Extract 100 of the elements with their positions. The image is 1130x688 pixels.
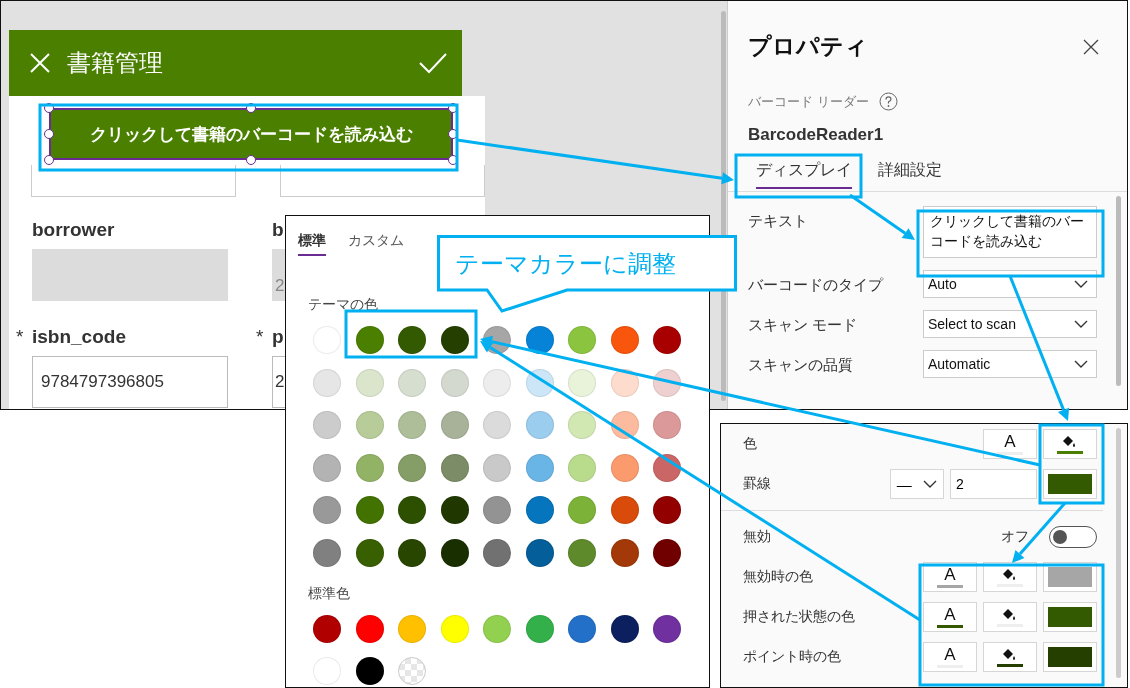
fill-color-button[interactable] [1043, 429, 1097, 459]
arrow [849, 193, 915, 240]
color-swatch[interactable] [610, 326, 639, 354]
color-swatch[interactable] [525, 496, 554, 524]
input-field[interactable]: 2 [272, 356, 286, 408]
color-swatch[interactable] [440, 614, 469, 643]
color-swatch[interactable] [483, 453, 511, 482]
color-swatch[interactable] [355, 538, 384, 567]
color-swatch[interactable] [398, 538, 426, 567]
input-field[interactable]: 9784797396805 [32, 356, 228, 408]
color-swatch[interactable] [568, 614, 596, 643]
text-input[interactable]: クリックして書籍のバーコードを読み込む [923, 206, 1097, 258]
color-swatch[interactable] [398, 368, 426, 397]
border-color-button[interactable] [1043, 642, 1097, 672]
color-swatch[interactable] [355, 614, 384, 643]
tab[interactable]: ディスプレイ [756, 159, 852, 189]
color-swatch[interactable] [483, 538, 511, 567]
color-swatch[interactable] [525, 326, 554, 354]
color-swatch[interactable] [568, 453, 596, 482]
resize-handle[interactable] [448, 129, 458, 139]
color-swatch[interactable] [398, 453, 426, 482]
close-icon[interactable] [1083, 38, 1099, 55]
tab[interactable]: カスタム [348, 232, 404, 256]
color-swatch[interactable] [398, 411, 426, 439]
dropdown[interactable]: Select to scan [923, 310, 1097, 338]
color-swatch[interactable] [653, 614, 681, 643]
dropdown[interactable]: Auto [923, 270, 1097, 298]
color-swatch[interactable] [568, 326, 596, 354]
border-color-button[interactable] [1043, 602, 1097, 632]
color-swatch[interactable] [525, 614, 554, 643]
resize-handle[interactable] [448, 155, 458, 165]
color-swatch[interactable] [355, 453, 384, 482]
color-swatch[interactable] [568, 538, 596, 567]
border-style-dropdown[interactable]: — [890, 469, 944, 499]
color-swatch[interactable] [568, 411, 596, 439]
chevron-down-icon [923, 480, 938, 488]
color-swatch[interactable] [313, 614, 341, 643]
resize-handle[interactable] [44, 155, 54, 165]
color-swatch[interactable] [440, 326, 469, 354]
color-swatch[interactable] [398, 496, 426, 524]
color-swatch[interactable] [398, 326, 426, 354]
color-swatch[interactable] [355, 657, 384, 685]
field-label: p [272, 326, 284, 348]
color-swatch[interactable] [610, 453, 639, 482]
font-color-button[interactable]: A [923, 642, 977, 672]
font-color-button[interactable]: A [983, 429, 1037, 459]
color-swatch[interactable] [568, 368, 596, 397]
tab[interactable]: 標準 [298, 232, 326, 256]
color-swatch[interactable] [313, 538, 341, 567]
toggle-switch[interactable] [1049, 526, 1097, 548]
fill-color-button[interactable] [983, 602, 1037, 632]
border-color-button[interactable] [1043, 469, 1097, 499]
color-swatch[interactable] [313, 453, 341, 482]
scrollbar[interactable] [1116, 428, 1121, 678]
font-color-button[interactable]: A [923, 602, 977, 632]
scrollbar[interactable] [1116, 196, 1121, 386]
fill-color-button[interactable] [983, 642, 1037, 672]
dropdown-field[interactable] [280, 165, 485, 197]
scan-button[interactable]: クリックして書籍のバーコードを読み込む [49, 108, 453, 160]
color-swatch[interactable] [653, 538, 681, 567]
color-swatch[interactable] [440, 538, 469, 567]
dropdown-field[interactable] [31, 165, 236, 197]
chevron-down-icon [1074, 280, 1088, 288]
resize-handle[interactable] [44, 129, 54, 139]
color-swatch[interactable] [440, 496, 469, 524]
color-swatch[interactable] [398, 614, 426, 643]
color-swatch[interactable] [610, 614, 639, 643]
color-swatch[interactable] [610, 496, 639, 524]
color-swatch[interactable] [653, 411, 681, 439]
checkmark-icon[interactable] [418, 52, 448, 74]
color-swatch[interactable] [440, 411, 469, 439]
color-swatch[interactable] [355, 411, 384, 439]
property-label: バーコードのタイプ [748, 275, 883, 295]
required-mark: * [16, 326, 25, 348]
color-swatch[interactable] [483, 411, 511, 439]
color-swatch[interactable] [653, 326, 681, 354]
color-swatch[interactable] [355, 368, 384, 397]
color-swatch[interactable] [568, 496, 596, 524]
color-swatch[interactable] [483, 496, 511, 524]
color-swatch[interactable] [440, 368, 469, 397]
color-swatch[interactable] [610, 538, 639, 567]
tab[interactable]: 詳細設定 [878, 159, 942, 189]
resize-handle[interactable] [246, 155, 256, 165]
transparent-swatch[interactable] [398, 657, 426, 685]
color-swatch[interactable] [525, 411, 554, 439]
color-swatch[interactable] [313, 496, 341, 524]
control-type: バーコード リーダー [748, 92, 869, 111]
color-swatch[interactable] [355, 496, 384, 524]
color-swatch[interactable] [313, 411, 341, 439]
color-swatch[interactable] [483, 614, 511, 643]
color-swatch[interactable] [355, 326, 384, 354]
color-swatch[interactable] [483, 368, 511, 397]
color-swatch[interactable] [440, 453, 469, 482]
color-swatch[interactable] [653, 496, 681, 524]
dropdown[interactable]: Automatic [923, 350, 1097, 378]
color-swatch[interactable] [313, 368, 341, 397]
border-width-field[interactable]: 2 [950, 469, 1037, 499]
help-icon[interactable] [878, 92, 898, 111]
color-swatch[interactable] [525, 453, 554, 482]
color-swatch[interactable] [525, 538, 554, 567]
